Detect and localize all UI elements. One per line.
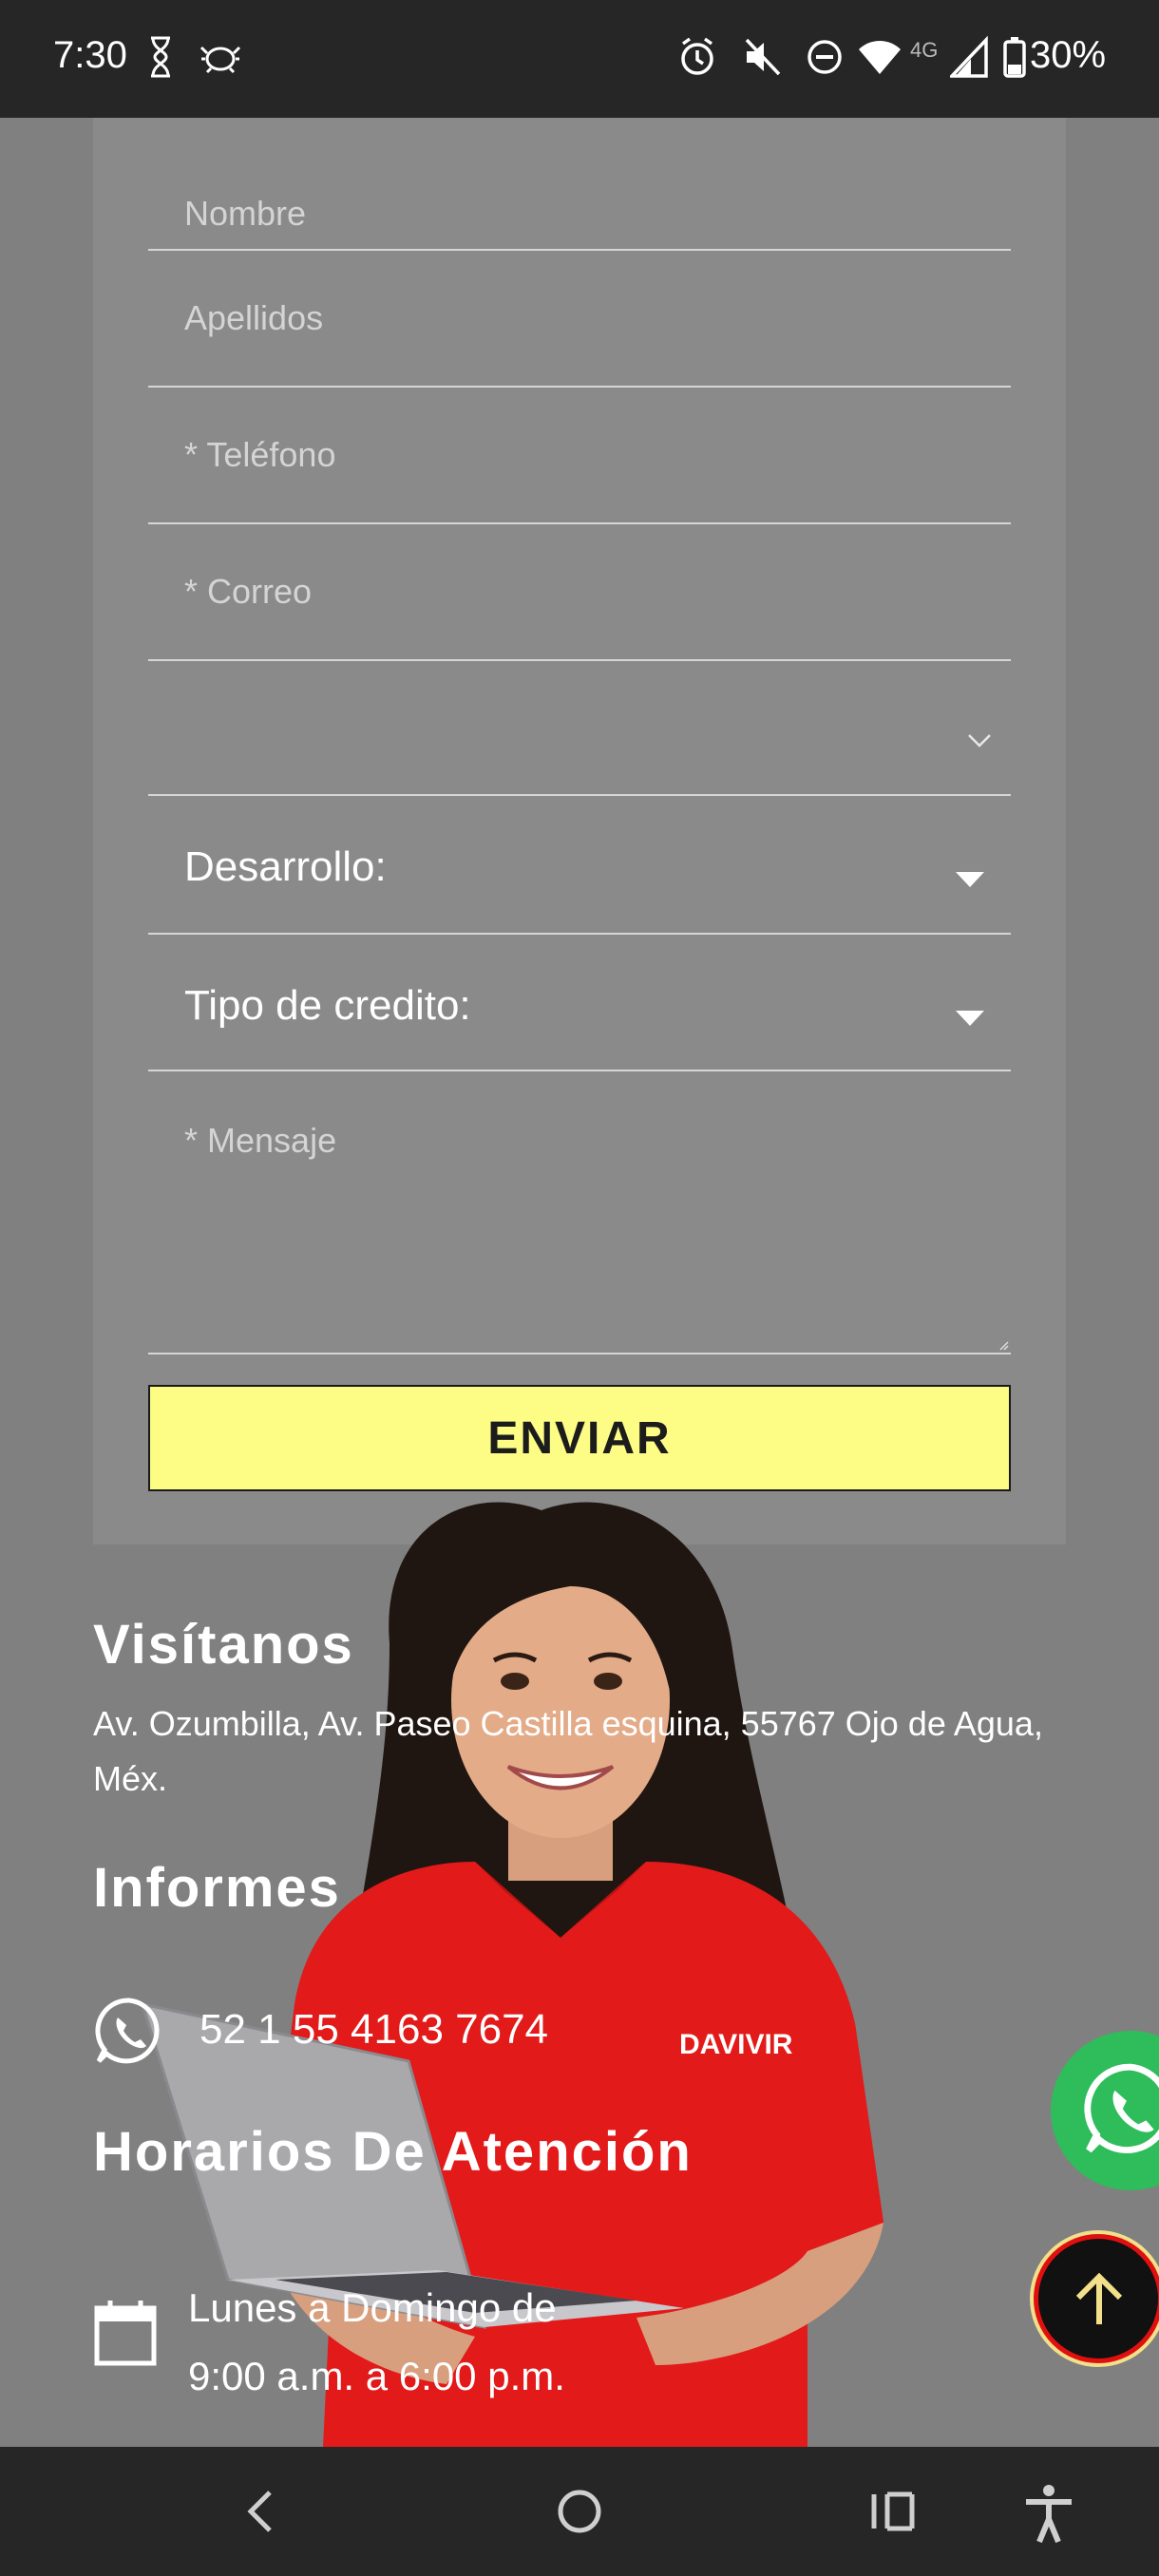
caret-down-icon [956, 1011, 984, 1026]
status-time: 7:30 [53, 34, 127, 76]
credit-type-label: Tipo de credito: [184, 982, 471, 1029]
arrow-up-icon [1075, 2272, 1123, 2324]
recents-icon[interactable] [868, 2483, 918, 2540]
hours-line1: Lunes a Domingo de [188, 2285, 557, 2330]
signal-icon [950, 36, 988, 78]
message-textarea[interactable]: * Mensaje [148, 1071, 1011, 1354]
dnd-icon [808, 40, 842, 74]
accessibility-icon[interactable] [1022, 2483, 1075, 2544]
whatsapp-icon [1084, 2063, 1159, 2153]
address-line1: Av. Ozumbilla, Av. Paseo Castilla esquin… [93, 1704, 1043, 1743]
submit-button[interactable]: ENVIAR [148, 1385, 1011, 1491]
blank-select[interactable] [148, 661, 1011, 796]
resize-handle-icon[interactable] [999, 1341, 1009, 1351]
alarm-icon [681, 37, 713, 75]
development-label: Desarrollo: [184, 843, 387, 890]
scroll-to-top-button[interactable] [1034, 2234, 1159, 2363]
contact-form: Nombre Apellidos * Teléfono * Correo Des… [93, 118, 1066, 1544]
back-icon[interactable] [241, 2483, 279, 2540]
home-icon[interactable] [555, 2483, 604, 2540]
caret-down-icon [956, 872, 984, 887]
system-nav-bar [0, 2447, 1159, 2576]
shirt-logo-text: DAVIVIR [679, 2029, 793, 2060]
email-field[interactable]: * Correo [148, 524, 1011, 661]
battery-percent: 30% [1030, 34, 1107, 76]
network-type: 4G [910, 38, 939, 62]
phone-field[interactable]: * Teléfono [148, 388, 1011, 524]
wifi-icon [859, 41, 901, 74]
name-field[interactable]: Nombre [148, 146, 1011, 251]
address-line2: Méx. [93, 1759, 168, 1798]
phone-placeholder: * Teléfono [184, 435, 336, 474]
hours-line2: 9:00 a.m. a 6:00 p.m. [188, 2354, 565, 2398]
message-placeholder: * Mensaje [184, 1121, 337, 1160]
battery-icon [1003, 37, 1026, 78]
bug-icon [200, 46, 241, 74]
hourglass-icon [151, 36, 170, 78]
mute-icon [745, 38, 781, 76]
lastname-field[interactable]: Apellidos [148, 251, 1011, 388]
email-placeholder: * Correo [184, 572, 313, 611]
phone-number[interactable]: 52 1 55 4163 7674 [200, 2002, 548, 2057]
status-bar: 7:30 4G 30% [0, 0, 1159, 118]
credit-type-select[interactable]: Tipo de credito: [148, 935, 1011, 1071]
name-placeholder: Nombre [184, 194, 307, 233]
calendar-icon [94, 2301, 157, 2366]
hours-heading: Horarios De Atención [93, 2121, 693, 2183]
info-heading: Informes [93, 1857, 341, 1919]
development-select[interactable]: Desarrollo: [148, 796, 1011, 935]
chevron-down-icon [968, 734, 991, 748]
whatsapp-icon[interactable] [93, 1995, 165, 2067]
lastname-placeholder: Apellidos [184, 298, 324, 337]
visit-heading: Visítanos [93, 1614, 354, 1676]
